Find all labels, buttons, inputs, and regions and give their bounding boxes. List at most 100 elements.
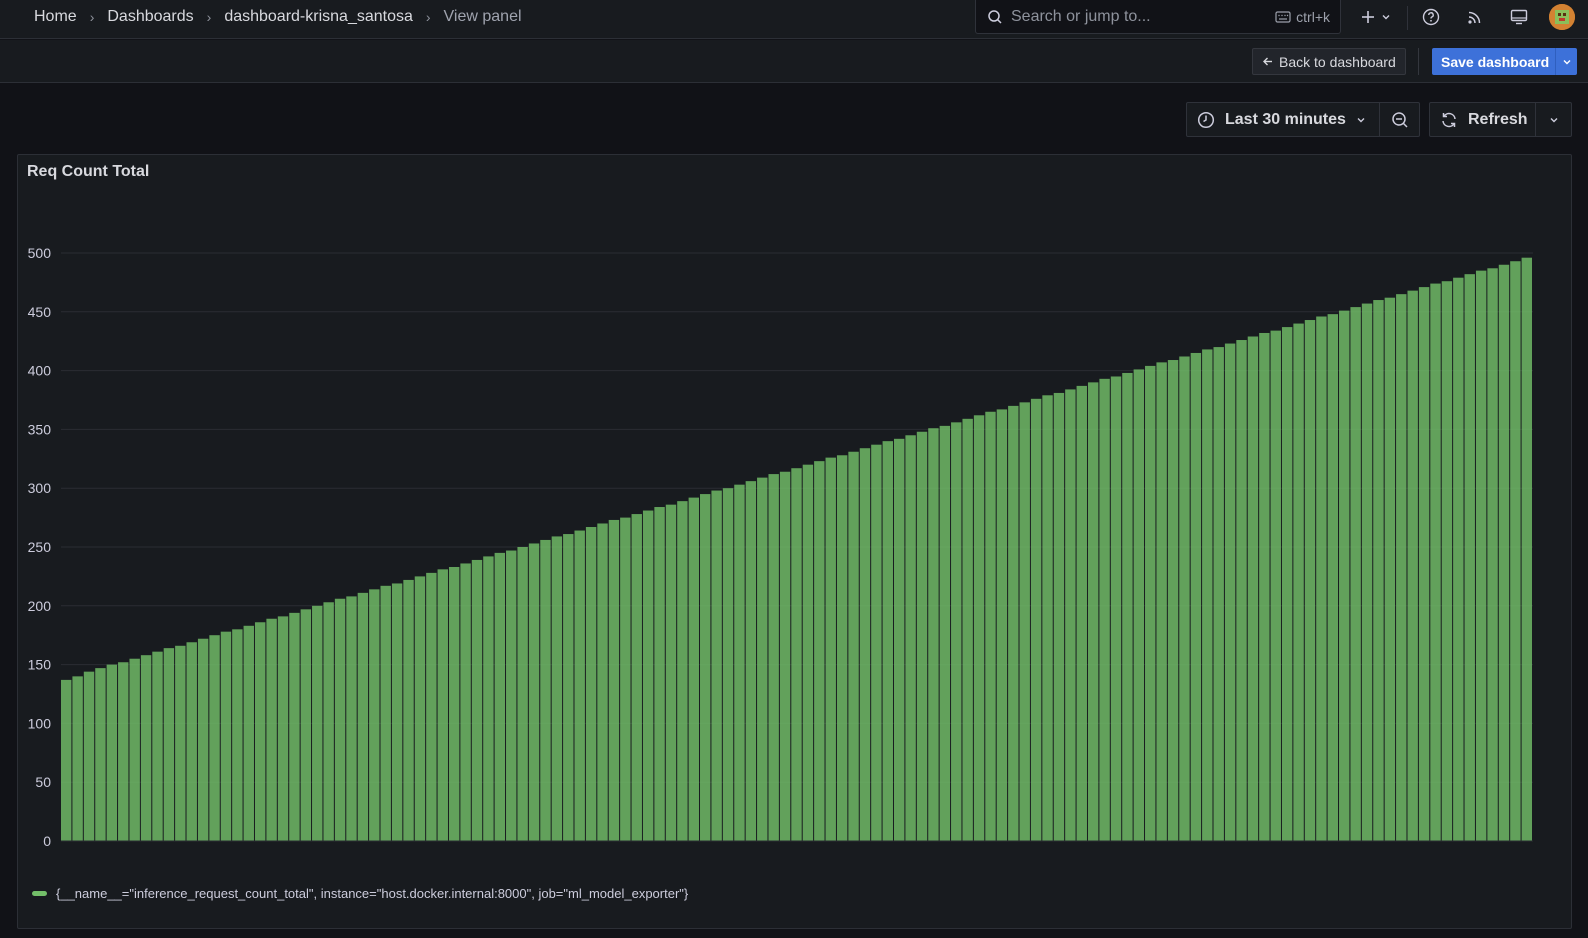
new-menu-button[interactable] [1356,6,1396,28]
bar[interactable] [620,517,631,841]
bar[interactable] [1510,261,1521,842]
bar[interactable] [608,519,620,841]
bar[interactable] [962,418,973,841]
bar[interactable] [106,664,118,841]
bar[interactable] [1361,303,1373,841]
bar[interactable] [905,435,916,841]
bar[interactable] [814,461,825,841]
bar[interactable] [722,488,734,841]
bar[interactable] [1259,332,1270,841]
bar[interactable] [209,635,220,841]
bar[interactable] [175,645,186,841]
bar[interactable] [1236,340,1247,841]
bar[interactable] [893,438,905,841]
bar[interactable] [1316,316,1327,842]
bar[interactable] [1224,343,1236,841]
bar[interactable] [1179,356,1190,841]
bar[interactable] [1008,405,1019,841]
bar[interactable] [631,514,642,841]
bar[interactable] [483,556,494,841]
bar[interactable] [289,612,300,841]
bar[interactable] [129,658,140,841]
bar[interactable] [1133,369,1145,841]
bar[interactable] [243,625,254,841]
bar-chart[interactable]: 0 50 100 150 200 250 300 350 400 450 500 [18,155,1573,880]
bar[interactable] [197,638,209,841]
bar[interactable] [1145,365,1156,841]
bar[interactable] [1453,277,1464,841]
bar[interactable] [414,576,426,841]
bar[interactable] [118,662,129,841]
breadcrumb-dashboard[interactable]: dashboard-krisna_santosa [224,8,413,26]
bar[interactable] [745,481,757,841]
bar[interactable] [95,668,106,841]
bar[interactable] [1110,376,1122,841]
bar[interactable] [1293,323,1304,841]
news-button[interactable] [1463,6,1487,28]
bar[interactable] [1042,395,1053,841]
search-input[interactable]: Search or jump to... ctrl+k [975,0,1341,34]
bar[interactable] [471,559,483,841]
bar[interactable] [973,415,985,841]
kiosk-mode-button[interactable] [1507,6,1531,28]
bar[interactable] [882,441,893,841]
bar[interactable] [220,631,232,841]
bar[interactable] [1247,336,1259,842]
bar[interactable] [83,671,95,841]
bar[interactable] [540,539,551,841]
bar[interactable] [1521,257,1532,841]
bar[interactable] [528,543,540,841]
bar[interactable] [163,648,175,841]
bar[interactable] [1384,297,1396,841]
bar[interactable] [266,618,277,841]
bar[interactable] [506,550,517,841]
bar[interactable] [1373,300,1384,841]
bar[interactable] [254,622,266,841]
bar[interactable] [551,536,563,841]
bar[interactable] [563,534,574,841]
bar[interactable] [951,422,962,841]
bar[interactable] [72,676,83,841]
bar[interactable] [1464,274,1475,841]
bar[interactable] [300,609,312,841]
bar[interactable] [1281,327,1293,842]
bar[interactable] [1213,347,1224,841]
bar[interactable] [1065,389,1076,841]
bar[interactable] [1019,402,1030,841]
bar[interactable] [346,596,357,841]
help-button[interactable] [1419,6,1443,28]
bar[interactable] [494,552,506,841]
bar[interactable] [1076,385,1087,841]
bar[interactable] [1030,398,1042,841]
bar[interactable] [802,464,814,841]
bar[interactable] [426,572,437,841]
bar[interactable] [1498,264,1510,841]
bar[interactable] [323,602,334,841]
bar[interactable] [186,642,197,841]
bar[interactable] [665,504,677,841]
bar[interactable] [312,605,323,841]
bar[interactable] [916,431,928,841]
bar[interactable] [597,523,608,841]
bar[interactable] [1087,382,1099,841]
bar[interactable] [928,428,939,841]
time-range-button[interactable]: Last 30 minutes [1225,111,1355,129]
bar[interactable] [836,455,848,841]
bar[interactable] [700,494,711,841]
bar[interactable] [1122,372,1133,841]
bar[interactable] [711,490,722,841]
legend-item[interactable]: {__name__="inference_request_count_total… [32,886,688,901]
bar[interactable] [757,477,768,841]
bar[interactable] [1418,287,1430,842]
bar[interactable] [61,679,72,841]
bar[interactable] [848,451,859,841]
bar[interactable] [1304,320,1316,841]
bar[interactable] [277,616,289,841]
bar[interactable] [642,510,654,841]
bar[interactable] [574,530,585,841]
bar[interactable] [859,448,871,841]
bar[interactable] [1339,310,1350,841]
bar[interactable] [1099,378,1110,841]
zoom-out-button[interactable] [1380,103,1419,136]
bar[interactable] [437,569,448,841]
